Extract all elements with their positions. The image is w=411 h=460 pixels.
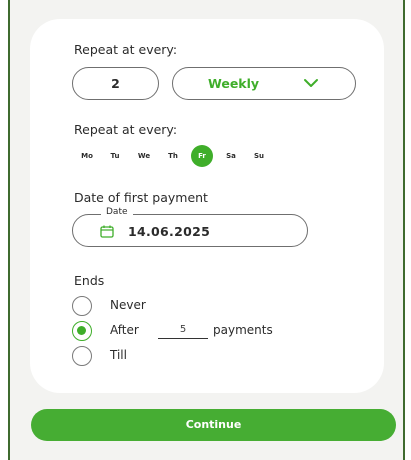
day-mo[interactable]: Mo [76, 149, 98, 163]
repeat-interval-label: Repeat at every: [74, 42, 178, 57]
frequency-select[interactable]: Weekly [172, 67, 356, 100]
date-field[interactable]: Date 14.06.2025 [72, 207, 308, 247]
calendar-icon [100, 225, 114, 238]
never-label: Never [110, 298, 146, 312]
day-sa[interactable]: Sa [220, 149, 242, 163]
radio-after[interactable] [72, 321, 92, 341]
weekdays-label: Repeat at every: [74, 122, 178, 137]
interval-input[interactable]: 2 [72, 67, 159, 100]
day-th[interactable]: Th [162, 149, 184, 163]
continue-button[interactable]: Continue [31, 409, 396, 441]
first-payment-label: Date of first payment [74, 190, 208, 205]
day-fr[interactable]: Fr [191, 145, 213, 167]
day-su[interactable]: Su [248, 149, 270, 163]
payments-count-input[interactable]: 5 [158, 324, 208, 339]
radio-till[interactable] [72, 346, 92, 366]
till-label: Till [110, 348, 127, 362]
after-label: After [110, 323, 139, 337]
interval-value: 2 [111, 76, 120, 91]
frequency-value: Weekly [208, 76, 260, 91]
chevron-down-icon [304, 79, 318, 87]
date-field-label: Date [101, 207, 133, 217]
radio-never[interactable] [72, 296, 92, 316]
payments-label: payments [213, 323, 273, 337]
ends-label: Ends [74, 273, 105, 288]
day-tu[interactable]: Tu [104, 149, 126, 163]
date-value: 14.06.2025 [128, 224, 211, 239]
day-we[interactable]: We [133, 149, 155, 163]
